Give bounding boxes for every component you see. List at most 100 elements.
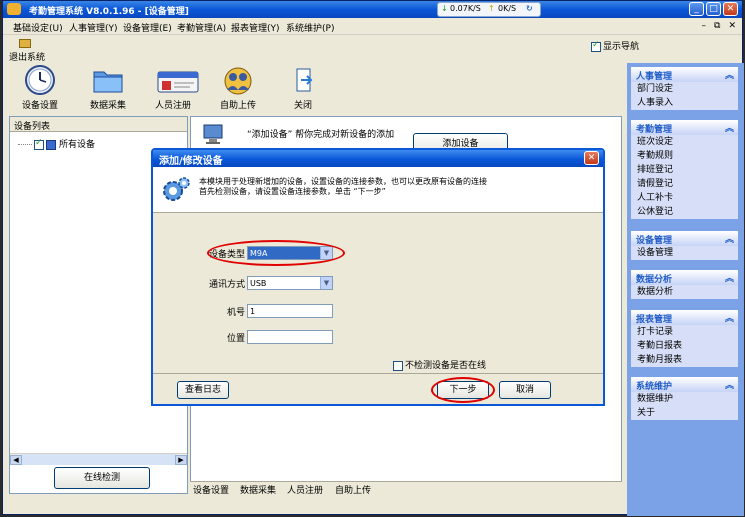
- nav-item-staff-entry[interactable]: 人事录入: [631, 96, 738, 110]
- show-nav-toggle[interactable]: 显示导航: [591, 39, 639, 52]
- chevron-down-icon[interactable]: ▼: [320, 277, 332, 289]
- show-nav-checkbox[interactable]: [591, 40, 601, 52]
- mdi-close-button[interactable]: ✕: [728, 21, 736, 31]
- comm-label: 通讯方式: [208, 280, 245, 290]
- horizontal-scrollbar[interactable]: ◀ ▶: [10, 453, 187, 465]
- tab-user-register[interactable]: 人员注册: [287, 483, 323, 496]
- nav-item-device-manage[interactable]: 设备管理: [631, 246, 738, 260]
- nav-item-rules[interactable]: 考勤规则: [631, 149, 738, 163]
- data-collect-button[interactable]: 数据采集: [78, 64, 138, 114]
- tab-data-collect[interactable]: 数据采集: [240, 483, 276, 496]
- down-arrow-icon: ↓: [441, 4, 448, 13]
- nav-item-manual-punch[interactable]: 人工补卡: [631, 191, 738, 205]
- collapse-icon[interactable]: ︽: [725, 68, 734, 81]
- chevron-down-icon[interactable]: ▼: [320, 247, 332, 259]
- nav-item-schedule[interactable]: 排班登记: [631, 163, 738, 177]
- self-upload-button[interactable]: 自助上传: [208, 64, 268, 114]
- nav-group-analysis: 数据分析 ︽ 数据分析: [631, 270, 738, 299]
- menu-personnel[interactable]: 人事管理(Y): [69, 21, 118, 34]
- window-controls: _ □ ✕: [687, 2, 738, 17]
- folder-data-icon: [91, 64, 125, 96]
- menu-system[interactable]: 系统维护(P): [286, 21, 334, 34]
- device-list-header: 设备列表: [10, 117, 187, 132]
- close-button[interactable]: ✕: [723, 2, 738, 16]
- collapse-icon[interactable]: ︽: [725, 121, 734, 134]
- machine-no-input[interactable]: 1: [247, 304, 333, 318]
- up-arrow-icon: ↑: [488, 4, 495, 13]
- no-check-checkbox[interactable]: [393, 360, 403, 371]
- all-devices-checkbox[interactable]: [34, 138, 44, 150]
- next-button[interactable]: 下一步: [437, 381, 489, 399]
- folder-icon[interactable]: [19, 39, 31, 48]
- nav-group-title: 考勤管理: [636, 125, 673, 135]
- menu-attendance[interactable]: 考勤管理(A): [177, 21, 226, 34]
- mdi-minimize-button[interactable]: –: [702, 21, 707, 31]
- collapse-icon[interactable]: ︽: [725, 271, 734, 284]
- online-check-button[interactable]: 在线检测: [54, 467, 150, 489]
- menu-reports[interactable]: 报表管理(Y): [231, 21, 280, 34]
- data-collect-label: 数据采集: [89, 101, 126, 111]
- location-input[interactable]: [247, 330, 333, 344]
- nav-item-punch-records[interactable]: 打卡记录: [631, 325, 738, 339]
- menu-basic-settings[interactable]: 基础设定(U): [13, 21, 63, 34]
- refresh-icon[interactable]: ↻: [526, 4, 533, 13]
- mdi-restore-button[interactable]: ⧉: [714, 21, 720, 31]
- id-card-icon: [156, 64, 199, 96]
- comm-method-select[interactable]: USB ▼: [247, 276, 333, 290]
- nav-item-holiday[interactable]: 公休登记: [631, 205, 738, 219]
- device-type-select[interactable]: M9A ▼: [247, 246, 333, 260]
- dialog-title-bar[interactable]: 添加/修改设备 ✕: [153, 150, 603, 167]
- no-check-option[interactable]: 不检测设备是否在线: [393, 358, 486, 371]
- nav-item-dept[interactable]: 部门设定: [631, 82, 738, 96]
- nav-group-header[interactable]: 系统维护 ︽: [631, 377, 738, 392]
- main-toolbar: 设备设置 数据采集 人员注册 自助上传 关闭: [3, 64, 625, 114]
- tree-line: [18, 144, 32, 145]
- title-bar[interactable]: 考勤管理系统 V8.0.1.96 - [设备管理] ↓ 0.07K/S ↑ 0K…: [3, 1, 742, 18]
- nav-item-monthly-report[interactable]: 考勤月报表: [631, 353, 738, 367]
- user-register-label: 人员注册: [154, 101, 191, 111]
- nav-item-daily-report[interactable]: 考勤日报表: [631, 339, 738, 353]
- download-speed: 0.07K/S: [450, 4, 481, 13]
- scroll-thumb[interactable]: [22, 454, 177, 465]
- nav-item-data-maintenance[interactable]: 数据维护: [631, 392, 738, 406]
- nav-item-leave[interactable]: 请假登记: [631, 177, 738, 191]
- dialog-desc-line1: 本模块用于处理新增加的设备，设置设备的连接参数，也可以更改原有设备的连接: [199, 177, 487, 186]
- nav-item-about[interactable]: 关于: [631, 406, 738, 420]
- navigation-panel: 人事管理 ︽ 部门设定 人事录入 考勤管理 ︽ 班次设定 考勤规则 排班登记 请假登…: [627, 63, 744, 516]
- scroll-right-icon[interactable]: ▶: [175, 455, 187, 465]
- comm-method-value: USB: [250, 279, 267, 288]
- nav-group-header[interactable]: 设备管理 ︽: [631, 231, 738, 246]
- device-settings-button[interactable]: 设备设置: [10, 64, 70, 114]
- dialog-close-button[interactable]: ✕: [584, 151, 599, 165]
- exit-button[interactable]: 退出系统: [9, 50, 45, 63]
- nav-group-personnel: 人事管理 ︽ 部门设定 人事录入: [631, 67, 738, 110]
- nav-group-header[interactable]: 考勤管理 ︽: [631, 120, 738, 135]
- add-edit-device-dialog: 添加/修改设备 ✕ 本模块用于处理新增加的设备，设置设备的连接参数，也可以更改原…: [151, 148, 605, 406]
- collapse-icon[interactable]: ︽: [725, 378, 734, 391]
- scroll-left-icon[interactable]: ◀: [10, 455, 22, 465]
- dialog-divider: [153, 373, 603, 374]
- window-title: 考勤管理系统 V8.0.1.96 - [设备管理]: [29, 7, 189, 17]
- location-label: 位置: [226, 334, 245, 344]
- tab-device-settings[interactable]: 设备设置: [193, 483, 229, 496]
- close-view-button[interactable]: 关闭: [273, 64, 333, 114]
- view-log-button[interactable]: 查看日志: [177, 381, 229, 399]
- cancel-button[interactable]: 取消: [499, 381, 551, 399]
- nav-item-analysis[interactable]: 数据分析: [631, 285, 738, 299]
- maximize-button[interactable]: □: [706, 2, 721, 16]
- tab-self-upload[interactable]: 自助上传: [335, 483, 371, 496]
- add-device-hint: “添加设备” 帮你完成对新设备的添加: [247, 130, 395, 140]
- nav-item-shift[interactable]: 班次设定: [631, 135, 738, 149]
- close-view-label: 关闭: [293, 101, 312, 111]
- minimize-button[interactable]: _: [689, 2, 704, 16]
- user-register-button[interactable]: 人员注册: [143, 64, 203, 114]
- menu-device[interactable]: 设备管理(E): [123, 21, 172, 34]
- collapse-icon[interactable]: ︽: [725, 311, 734, 324]
- mdi-controls: – ⧉ ✕: [694, 21, 736, 31]
- nav-group-header[interactable]: 数据分析 ︽: [631, 270, 738, 285]
- nav-group-header[interactable]: 人事管理 ︽: [631, 67, 738, 82]
- tree-item-all-devices[interactable]: 所有设备: [18, 137, 95, 150]
- collapse-icon[interactable]: ︽: [725, 232, 734, 245]
- nav-group-header[interactable]: 报表管理 ︽: [631, 310, 738, 325]
- top-toolbar: 退出系统 显示导航: [3, 36, 742, 63]
